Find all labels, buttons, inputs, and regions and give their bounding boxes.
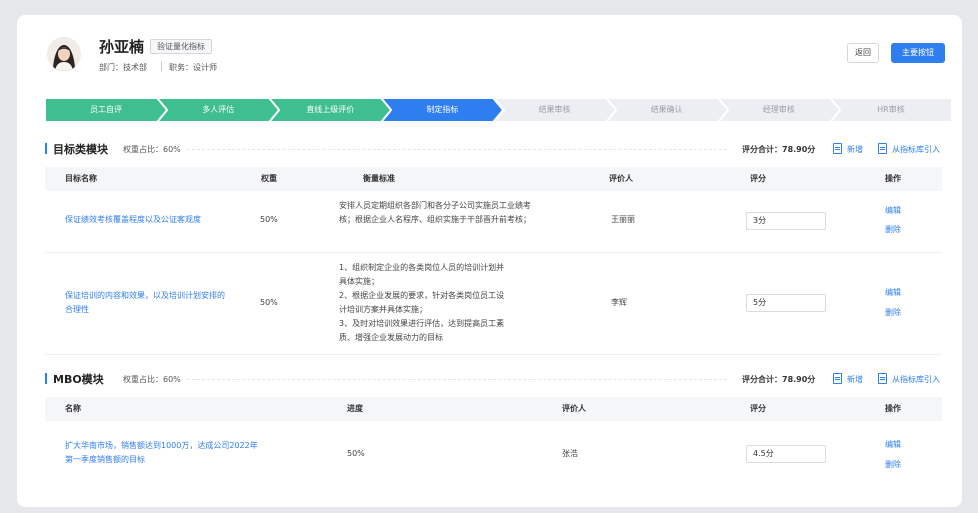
score-input[interactable]: 5分 (746, 294, 826, 312)
goal-import-button[interactable]: 从指标库引入 (892, 144, 940, 155)
edit-button[interactable]: 编辑 (885, 205, 901, 216)
step-label: 结果审核 (538, 105, 571, 114)
step-7[interactable]: 经理审核 (717, 98, 840, 122)
mbo-score-total: 评分合计：78.90分 (742, 375, 816, 384)
section-marker (45, 143, 47, 154)
goal-score-total: 评分合计：78.90分 (742, 145, 816, 154)
step-label: 经理审核 (762, 105, 795, 114)
import-icon[interactable] (878, 373, 887, 384)
goal-evaluator: 王丽丽 (611, 215, 635, 224)
goal-criteria-line: 1、组织制定企业的各类岗位人员的培训计划并 (339, 263, 505, 272)
column-header: 名称 (65, 404, 81, 413)
column-header: 评分 (750, 404, 766, 413)
column-header: 评价人 (609, 174, 633, 183)
step-3[interactable]: 直线上级评价 (269, 98, 392, 122)
step-label: 结果确认 (650, 105, 683, 114)
step-label: 多人评估 (202, 105, 235, 114)
step-2[interactable]: 多人评估 (157, 98, 280, 122)
add-icon[interactable] (833, 143, 842, 154)
column-header: 评分 (750, 174, 766, 183)
row-divider (45, 354, 942, 355)
progress-stepper: 员工自评 多人评估 直线上级评价 制定指标 结果审核 结果确认 经理审核 HR审核 (45, 98, 952, 122)
mbo-section-title: MBO模块 (53, 373, 104, 386)
step-label: 制定指标 (426, 105, 459, 114)
goal-criteria-line: 2、根据企业发展的要求，针对各类岗位员工设 (339, 291, 505, 300)
edit-button[interactable]: 编辑 (885, 287, 901, 298)
employee-name: 孙亚楠 (99, 38, 145, 56)
avatar (47, 37, 81, 71)
mbo-progress: 50% (347, 449, 365, 458)
column-header: 目标名称 (65, 174, 97, 183)
goal-name-link[interactable]: 保证培训的内容和效果，以及培训计划安排的合理性 (65, 289, 225, 317)
column-header: 操作 (885, 174, 901, 183)
step-label: HR审核 (877, 105, 905, 114)
column-header: 权重 (261, 174, 277, 183)
divider (187, 379, 727, 380)
step-label: 员工自评 (90, 105, 123, 114)
import-icon[interactable] (878, 143, 887, 154)
divider (187, 149, 727, 150)
goal-criteria-line: 质、增强企业发展动力的目标 (339, 333, 443, 342)
appraisal-card: 孙亚楠 验证量化指标 部门：技术部 职务：设计师 返回 主要按钮 员工自评 多人评… (17, 15, 962, 507)
mbo-table-header: 名称 进度 评价人 评分 操作 (45, 397, 942, 421)
goal-evaluator: 李辉 (611, 298, 627, 307)
mbo-name-line[interactable]: 扩大华南市场，销售额达到1000万，达成公司2022年 (65, 439, 258, 453)
step-1[interactable]: 员工自评 (45, 98, 168, 122)
column-header: 进度 (347, 404, 363, 413)
goal-criteria-line: 计培训方案并具体实施； (339, 305, 427, 314)
score-input[interactable]: 4.5分 (746, 445, 826, 463)
employee-header: 孙亚楠 验证量化指标 部门：技术部 职务：设计师 返回 主要按钮 (17, 15, 962, 85)
step-6[interactable]: 结果确认 (605, 98, 728, 122)
goal-criteria: 安排人员定期组织各部门和各分子公司实施员工业绩考核；根据企业人名程序、组织实施于… (339, 201, 531, 224)
goal-name-link[interactable]: 保证绩效考核覆盖程度以及公证客观度 (65, 213, 245, 227)
goal-add-button[interactable]: 新增 (847, 144, 863, 155)
goal-section-weight: 权重占比：60% (123, 145, 181, 154)
score-input[interactable]: 3分 (746, 212, 826, 230)
step-8[interactable]: HR审核 (829, 98, 952, 122)
goal-criteria-line: 具体实施； (339, 277, 379, 286)
mbo-add-button[interactable]: 新增 (847, 374, 863, 385)
goal-section-title: 目标类模块 (53, 143, 108, 156)
goal-criteria-line: 3、及时对培训效果进行评估，达到提高员工素 (339, 319, 505, 328)
department-label: 部门：技术部 (99, 63, 147, 72)
status-badge: 验证量化指标 (150, 39, 212, 54)
delete-button[interactable]: 删除 (885, 224, 901, 235)
step-5[interactable]: 结果审核 (493, 98, 616, 122)
delete-button[interactable]: 删除 (885, 307, 901, 318)
step-label: 直线上级评价 (306, 105, 355, 114)
edit-button[interactable]: 编辑 (885, 439, 901, 450)
column-header: 衡量标准 (363, 174, 395, 183)
goal-table-header: 目标名称 权重 衡量标准 评价人 评分 操作 (45, 167, 942, 191)
goal-weight: 50% (260, 215, 278, 224)
delete-button[interactable]: 删除 (885, 459, 901, 470)
divider (161, 61, 162, 71)
back-button[interactable]: 返回 (847, 43, 879, 63)
column-header: 操作 (885, 404, 901, 413)
mbo-import-button[interactable]: 从指标库引入 (892, 374, 940, 385)
section-marker (45, 373, 47, 384)
column-header: 评价人 (562, 404, 586, 413)
mbo-section-weight: 权重占比：60% (123, 375, 181, 384)
job-title-label: 职务：设计师 (169, 63, 217, 72)
add-icon[interactable] (833, 373, 842, 384)
mbo-evaluator: 张浩 (562, 449, 578, 458)
goal-weight: 50% (260, 298, 278, 307)
step-4[interactable]: 制定指标 (381, 98, 504, 122)
row-divider (45, 252, 942, 253)
mbo-name-line[interactable]: 第一季度销售额的目标 (65, 453, 145, 467)
primary-button[interactable]: 主要按钮 (891, 43, 945, 63)
